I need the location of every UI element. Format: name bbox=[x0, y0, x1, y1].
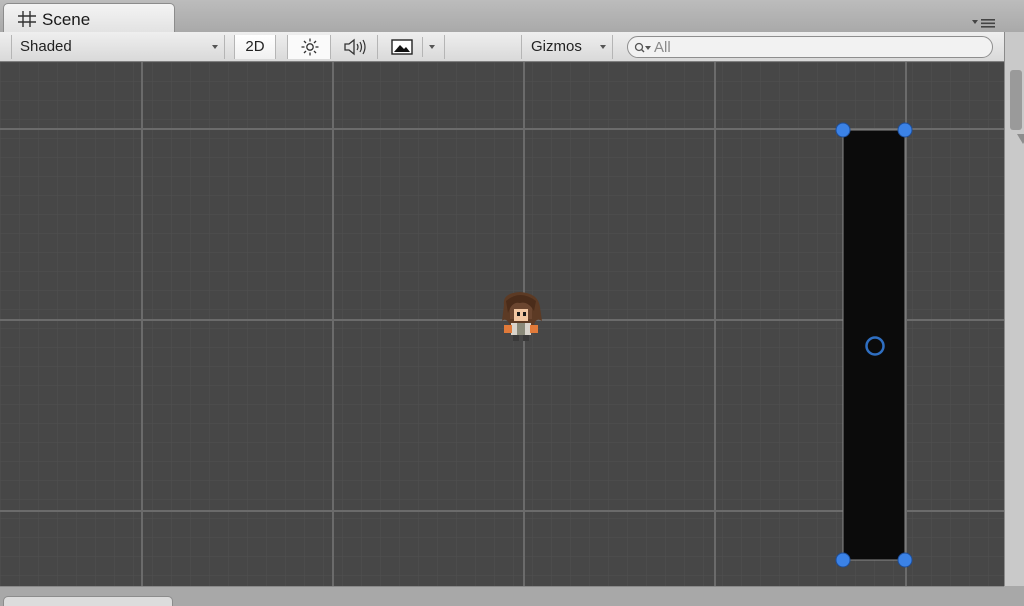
effects-dropdown-arrow-icon[interactable] bbox=[429, 45, 435, 49]
search-field[interactable] bbox=[627, 36, 993, 58]
vertical-scrollbar[interactable] bbox=[1004, 32, 1024, 586]
tab-title: Scene bbox=[42, 10, 91, 29]
mode-2d-toggle[interactable]: 2D bbox=[234, 35, 276, 59]
mode-2d-label: 2D bbox=[245, 38, 265, 55]
draw-mode-dropdown[interactable]: Shaded bbox=[11, 35, 225, 59]
bottom-panel-tab[interactable] bbox=[3, 596, 173, 606]
black-rect-body[interactable] bbox=[842, 129, 906, 561]
chevron-down-icon bbox=[212, 45, 218, 49]
scene-tab-strip: Scene bbox=[0, 0, 1024, 33]
panel-menu-icon[interactable] bbox=[970, 16, 998, 28]
bottom-panel-strip bbox=[0, 587, 1024, 606]
search-icon[interactable] bbox=[634, 41, 652, 59]
scene-toolbar: Shaded 2D Gizmos All bbox=[0, 32, 1004, 62]
speaker-icon bbox=[343, 37, 367, 65]
gizmos-label: Gizmos bbox=[531, 38, 582, 55]
lighting-toggle[interactable] bbox=[287, 35, 331, 59]
effects-toggle[interactable] bbox=[379, 35, 445, 59]
rect-handle-bottom-right[interactable] bbox=[897, 552, 913, 568]
draw-mode-label: Shaded bbox=[20, 38, 72, 55]
image-icon bbox=[391, 39, 413, 63]
chevron-down-icon bbox=[600, 45, 606, 49]
audio-toggle[interactable] bbox=[332, 35, 378, 59]
search-input[interactable] bbox=[654, 38, 974, 56]
scrollbar-thumb[interactable] bbox=[1010, 70, 1022, 130]
tab-scene[interactable]: Scene bbox=[3, 3, 175, 33]
toolbar-divider bbox=[422, 37, 423, 57]
scene-canvas bbox=[0, 62, 1004, 586]
black-rect-object[interactable] bbox=[835, 122, 913, 568]
sun-icon bbox=[300, 37, 320, 65]
rect-handle-top-right[interactable] bbox=[897, 122, 913, 138]
grid-hash-icon bbox=[17, 9, 37, 34]
rect-handle-top-left[interactable] bbox=[835, 122, 851, 138]
gizmos-dropdown[interactable]: Gizmos bbox=[521, 35, 613, 59]
collapse-arrow-icon[interactable] bbox=[1017, 134, 1024, 144]
scene-viewport[interactable] bbox=[0, 62, 1004, 587]
rect-handle-bottom-left[interactable] bbox=[835, 552, 851, 568]
